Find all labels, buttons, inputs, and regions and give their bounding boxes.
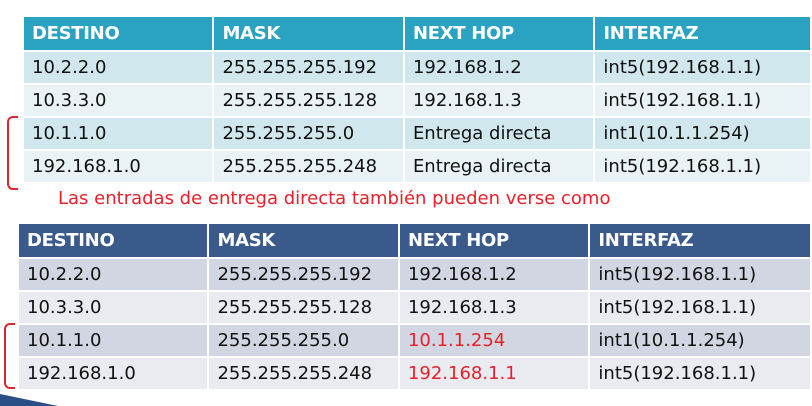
cell-next-hop: Entrega directa <box>404 151 594 182</box>
routing-table-2: DESTINO MASK NEXT HOP INTERFAZ 10.2.2.0 … <box>17 222 812 391</box>
note-text: Las entradas de entrega directa también … <box>58 188 611 209</box>
cell-next-hop-highlight: 192.168.1.1 <box>399 358 589 389</box>
cell-next-hop: 192.168.1.2 <box>399 259 589 290</box>
cell-destino: 10.2.2.0 <box>24 52 213 83</box>
cell-mask: 255.255.255.128 <box>214 85 403 116</box>
header-interfaz: INTERFAZ <box>595 17 810 50</box>
header-destino: DESTINO <box>24 17 213 50</box>
cell-interfaz: int1(10.1.1.254) <box>595 118 810 149</box>
cell-next-hop: 192.168.1.3 <box>404 85 594 116</box>
header-mask: MASK <box>209 224 398 257</box>
cell-interfaz: int5(192.168.1.1) <box>590 292 810 323</box>
cell-destino: 10.2.2.0 <box>19 259 208 290</box>
cell-mask: 255.255.255.192 <box>209 259 398 290</box>
cell-destino: 10.1.1.0 <box>19 325 208 356</box>
cell-destino: 192.168.1.0 <box>24 151 213 182</box>
slide-corner-decoration <box>0 394 58 406</box>
table-row: 192.168.1.0 255.255.255.248 192.168.1.1 … <box>19 358 810 389</box>
table-header-row: DESTINO MASK NEXT HOP INTERFAZ <box>24 17 810 50</box>
routing-table-1: DESTINO MASK NEXT HOP INTERFAZ 10.2.2.0 … <box>22 15 812 184</box>
header-next-hop: NEXT HOP <box>399 224 589 257</box>
table-header-row: DESTINO MASK NEXT HOP INTERFAZ <box>19 224 810 257</box>
cell-next-hop: Entrega directa <box>404 118 594 149</box>
table-row: 10.1.1.0 255.255.255.0 10.1.1.254 int1(1… <box>19 325 810 356</box>
cell-next-hop-highlight: 10.1.1.254 <box>399 325 589 356</box>
cell-mask: 255.255.255.248 <box>209 358 398 389</box>
cell-interfaz: int5(192.168.1.1) <box>595 151 810 182</box>
cell-next-hop: 192.168.1.3 <box>399 292 589 323</box>
cell-mask: 255.255.255.248 <box>214 151 403 182</box>
table-row: 10.3.3.0 255.255.255.128 192.168.1.3 int… <box>24 85 810 116</box>
cell-mask: 255.255.255.128 <box>209 292 398 323</box>
bracket-marker <box>4 323 15 389</box>
cell-next-hop: 192.168.1.2 <box>404 52 594 83</box>
cell-mask: 255.255.255.0 <box>214 118 403 149</box>
cell-interfaz: int5(192.168.1.1) <box>595 52 810 83</box>
cell-destino: 192.168.1.0 <box>19 358 208 389</box>
cell-destino: 10.1.1.0 <box>24 118 213 149</box>
table-row: 10.1.1.0 255.255.255.0 Entrega directa i… <box>24 118 810 149</box>
cell-interfaz: int5(192.168.1.1) <box>590 358 810 389</box>
cell-destino: 10.3.3.0 <box>19 292 208 323</box>
table-row: 192.168.1.0 255.255.255.248 Entrega dire… <box>24 151 810 182</box>
table-row: 10.2.2.0 255.255.255.192 192.168.1.2 int… <box>24 52 810 83</box>
table-row: 10.3.3.0 255.255.255.128 192.168.1.3 int… <box>19 292 810 323</box>
cell-interfaz: int5(192.168.1.1) <box>595 85 810 116</box>
cell-mask: 255.255.255.0 <box>209 325 398 356</box>
cell-destino: 10.3.3.0 <box>24 85 213 116</box>
header-interfaz: INTERFAZ <box>590 224 810 257</box>
cell-interfaz: int1(10.1.1.254) <box>590 325 810 356</box>
cell-mask: 255.255.255.192 <box>214 52 403 83</box>
cell-interfaz: int5(192.168.1.1) <box>590 259 810 290</box>
header-mask: MASK <box>214 17 403 50</box>
header-next-hop: NEXT HOP <box>404 17 594 50</box>
table-row: 10.2.2.0 255.255.255.192 192.168.1.2 int… <box>19 259 810 290</box>
bracket-marker <box>7 116 18 190</box>
header-destino: DESTINO <box>19 224 208 257</box>
